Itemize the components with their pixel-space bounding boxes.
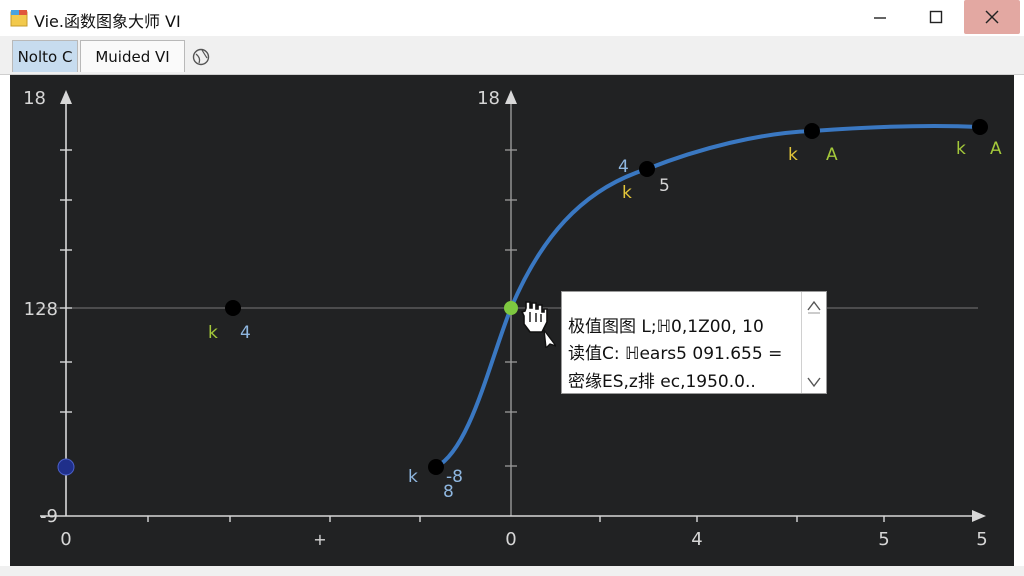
y-axis-left-top-label: 18 — [23, 88, 46, 109]
x-axis-ticks — [147, 516, 885, 522]
point-marker: k — [622, 183, 632, 203]
curve-point[interactable] — [804, 123, 820, 139]
x-tick-label: 4 — [691, 529, 702, 550]
point-marker: k — [788, 145, 798, 165]
curve-point[interactable] — [639, 161, 655, 177]
x-tick-label: 0 — [505, 529, 516, 550]
y-axis-center-top-label: 18 — [477, 88, 500, 109]
tooltip-line-2: 读值C: ℍears5 091.655 = — [568, 344, 783, 364]
point-label: A — [826, 145, 838, 165]
x-tick-label: + — [313, 530, 326, 549]
tooltip-line-1: 极值图图 L;ℍ0,1Z00, 10 — [568, 317, 764, 337]
y-axis-left-bottom-label: -9 — [40, 506, 58, 527]
x-tick-label: 5 — [976, 529, 987, 550]
free-point[interactable] — [225, 300, 241, 316]
curve-point[interactable] — [428, 459, 444, 475]
x-axis-arrow — [972, 510, 986, 522]
x-tick-label: 5 — [878, 529, 889, 550]
point-toplabel: 4 — [618, 157, 629, 177]
y-axis-left-mid-label: 128 — [24, 299, 58, 320]
point-label: 4 — [240, 323, 251, 343]
point-marker: k — [208, 323, 218, 343]
x-tick-label: 0 — [60, 529, 71, 550]
curve-point[interactable] — [972, 119, 988, 135]
scroll-arrows-icon — [807, 300, 821, 388]
y-axis-center-arrow — [505, 90, 517, 104]
point-label: 5 — [659, 176, 670, 196]
window-bottom-frame — [0, 566, 1024, 576]
value-tooltip[interactable]: 极值图图 L;ℍ0,1Z00, 10 读值C: ℍears5 091.655 =… — [561, 291, 827, 394]
hand-cursor-icon — [520, 301, 556, 348]
tooltip-scrollbar[interactable] — [801, 292, 826, 393]
point-marker: k — [408, 467, 418, 487]
tooltip-line-3: 密缘ES,z排 ec,1950.0.. — [568, 372, 756, 392]
point-label: A — [990, 139, 1002, 159]
y-axis-left-arrow — [60, 90, 72, 104]
graph-svg: 18 128 -9 18 0 + 0 4 5 5 k 4 k -8 8 4 k … — [23, 88, 1002, 550]
point-marker: k — [956, 139, 966, 159]
axis-endpoint[interactable] — [57, 458, 75, 476]
point-sublabel: 8 — [443, 482, 454, 502]
